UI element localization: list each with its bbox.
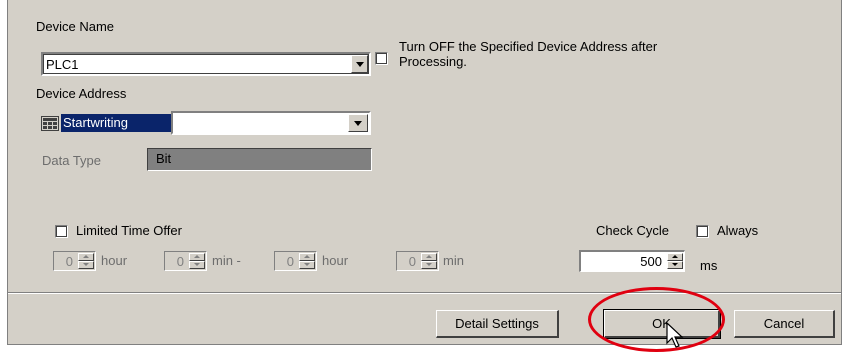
turn-off-label-line1: Turn OFF the Specified Device Address af… [399, 39, 658, 54]
time-unit-1: hour [101, 253, 128, 268]
device-address-combobox[interactable] [171, 111, 371, 135]
check-cycle-label: Check Cycle [596, 223, 669, 238]
spin-down-icon[interactable] [299, 261, 315, 269]
time-unit-3: hour [322, 253, 349, 268]
check-cycle-unit: ms [700, 258, 718, 273]
data-type-field: Bit [147, 148, 372, 171]
device-name-value: PLC1 [46, 57, 79, 72]
data-type-label: Data Type [42, 153, 102, 168]
time-spinner-4[interactable]: 0 [396, 251, 439, 271]
time-spinner-2[interactable]: 0 [164, 251, 207, 271]
device-icon[interactable] [41, 115, 59, 132]
spin-down-icon[interactable] [78, 261, 94, 269]
separator [8, 292, 841, 294]
device-address-label: Device Address [36, 86, 127, 101]
device-address-selection[interactable]: Startwriting [61, 114, 171, 132]
spin-up-icon[interactable] [78, 253, 94, 261]
spin-up-icon[interactable] [667, 253, 683, 261]
check-cycle-value: 500 [640, 254, 662, 269]
spin-up-icon[interactable] [189, 253, 205, 261]
data-type-value: Bit [156, 151, 172, 166]
device-address-value: Startwriting [63, 115, 129, 130]
turn-off-label-line2: Processing. [399, 54, 467, 69]
device-name-label: Device Name [36, 19, 115, 34]
ok-button[interactable]: OK [603, 309, 721, 339]
dropdown-arrow-icon[interactable] [351, 55, 368, 73]
time-spinner-1[interactable]: 0 [53, 251, 96, 271]
limited-time-checkbox[interactable] [55, 225, 68, 238]
always-checkbox[interactable] [696, 225, 709, 238]
time-spinner-2-value: 0 [176, 254, 184, 269]
settings-panel: Device Name PLC1 Turn OFF the Specified … [7, 0, 842, 345]
spin-down-icon[interactable] [421, 261, 437, 269]
dropdown-arrow-icon[interactable] [348, 114, 368, 132]
time-spinner-3[interactable]: 0 [274, 251, 317, 271]
spin-up-icon[interactable] [299, 253, 315, 261]
cancel-button[interactable]: Cancel [734, 310, 835, 338]
mouse-cursor-icon [666, 321, 686, 350]
detail-settings-button[interactable]: Detail Settings [436, 310, 559, 338]
device-name-combobox[interactable]: PLC1 [41, 52, 371, 76]
check-cycle-spinner[interactable]: 500 [579, 250, 685, 272]
time-unit-2: min - [212, 253, 241, 268]
spin-down-icon[interactable] [667, 261, 683, 269]
time-unit-4: min [443, 253, 464, 268]
limited-time-label: Limited Time Offer [76, 223, 182, 238]
always-label: Always [717, 223, 759, 238]
time-spinner-3-value: 0 [286, 254, 294, 269]
time-spinner-1-value: 0 [65, 254, 73, 269]
time-spinner-4-value: 0 [408, 254, 416, 269]
spin-up-icon[interactable] [421, 253, 437, 261]
turn-off-checkbox[interactable] [375, 52, 388, 65]
spin-down-icon[interactable] [189, 261, 205, 269]
